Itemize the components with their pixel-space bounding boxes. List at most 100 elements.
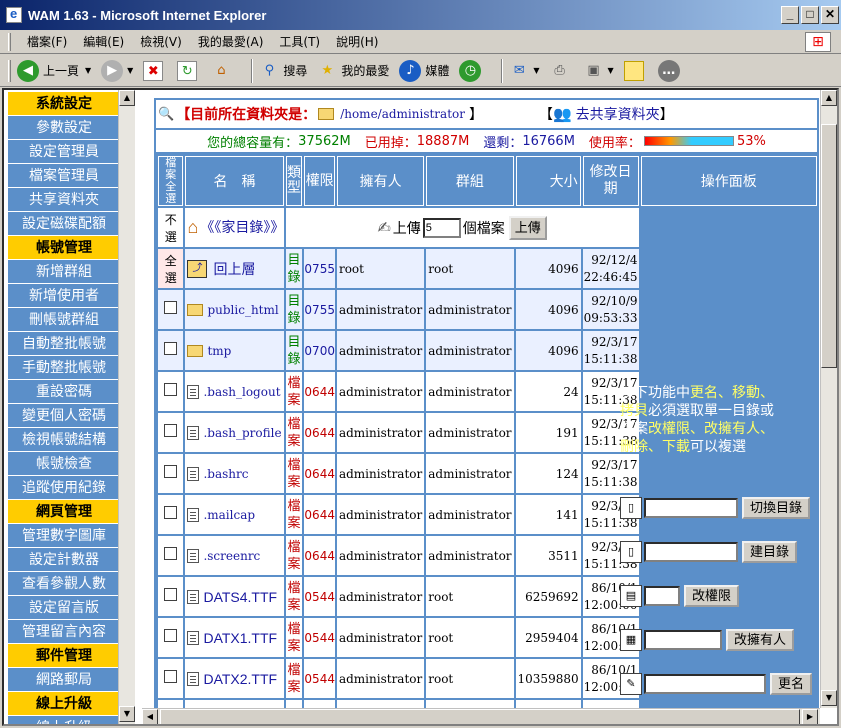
horizontal-scroll-thumb[interactable] [160, 709, 800, 724]
scroll-left-arrow-icon[interactable]: ◀ [142, 709, 158, 724]
scroll-right-arrow-icon[interactable]: ▶ [802, 709, 818, 724]
select-all-link[interactable]: 全選 [158, 249, 184, 288]
go-share-folder-link[interactable]: 去共享資料夾 [576, 104, 660, 124]
row-checkbox[interactable] [164, 383, 178, 396]
minimize-button[interactable]: _ [781, 6, 799, 24]
back-dropdown-icon[interactable]: ▼ [85, 66, 91, 75]
file-name-link[interactable]: .bash_profile [203, 426, 281, 440]
sidebar-item[interactable]: 設定磁碟配額 [8, 212, 120, 236]
menu-help[interactable]: 說明(H) [328, 33, 386, 50]
sidebar-item[interactable]: 新增群組 [8, 260, 120, 284]
mail-button[interactable]: ✉ ▼ [509, 61, 540, 81]
menu-view[interactable]: 檢視(V) [132, 33, 190, 50]
sidebar-item[interactable]: 共享資料夾 [8, 188, 120, 212]
row-checkbox[interactable] [164, 342, 178, 355]
file-name-link[interactable]: DATX2.TTF [203, 671, 277, 687]
file-name-link[interactable]: .screenrc [203, 549, 260, 563]
scroll-up-arrow-icon[interactable]: ▲ [119, 90, 135, 106]
right-frame-scrollbar[interactable]: ▲ ▼ [820, 90, 837, 708]
forward-dropdown-icon[interactable]: ▼ [127, 66, 133, 75]
file-name-link[interactable]: tmp [207, 344, 231, 358]
close-button[interactable]: ✕ [821, 6, 839, 24]
chmod-input[interactable] [644, 586, 680, 606]
sidebar-item[interactable]: 設定管理員 [8, 140, 120, 164]
maximize-button[interactable]: □ [801, 6, 819, 24]
chdir-button[interactable]: 切換目錄 [742, 497, 811, 519]
mkdir-input[interactable] [644, 542, 738, 562]
forward-button[interactable]: ▶ ▼ [101, 59, 133, 82]
row-checkbox[interactable] [164, 465, 178, 478]
stop-button[interactable]: ✖ [143, 60, 167, 81]
sidebar-item[interactable]: 設定計數器 [8, 548, 120, 572]
upload-count-input[interactable] [422, 217, 461, 238]
perm-cell: 0644 [304, 495, 335, 534]
sidebar-item[interactable]: 網路郵局 [8, 668, 120, 692]
row-checkbox[interactable] [164, 301, 178, 314]
refresh-button[interactable]: ↻ [177, 60, 201, 81]
favorites-button[interactable]: ★ 我的最愛 [317, 61, 390, 81]
horizontal-scrollbar[interactable]: ◀ ▶ [142, 708, 820, 724]
home-button[interactable]: ⌂ [211, 61, 235, 81]
sidebar-item[interactable]: 變更個人密碼 [8, 404, 120, 428]
edit-button[interactable]: ▣ ▼ [584, 61, 614, 81]
deselect-link[interactable]: 不選 [158, 208, 184, 247]
sidebar-item[interactable]: 設定留言版 [8, 596, 120, 620]
file-name-link[interactable]: .mailcap [203, 508, 255, 522]
media-button[interactable]: ♪ 媒體 [399, 59, 449, 82]
sidebar-item[interactable]: 刪帳號群組 [8, 308, 120, 332]
sidebar-item[interactable]: 查看參觀人數 [8, 572, 120, 596]
mail-dropdown-icon[interactable]: ▼ [533, 66, 539, 75]
sidebar-item[interactable]: 自動整批帳號 [8, 332, 120, 356]
row-checkbox[interactable] [164, 670, 178, 683]
scroll-down-arrow-icon[interactable]: ▼ [821, 690, 837, 706]
edit-dropdown-icon[interactable]: ▼ [608, 66, 614, 75]
chmod-button[interactable]: 改權限 [684, 585, 740, 607]
sidebar-item[interactable]: 手動整批帳號 [8, 356, 120, 380]
row-checkbox[interactable] [164, 424, 178, 437]
parent-folder-link[interactable]: 回上層 [213, 259, 255, 279]
back-button[interactable]: ◀ 上一頁 ▼ [17, 59, 91, 82]
row-checkbox[interactable] [164, 547, 178, 560]
scroll-thumb[interactable] [821, 124, 837, 368]
sidebar-item[interactable]: 檔案管理員 [8, 164, 120, 188]
current-folder-path[interactable]: /home/administrator [340, 107, 465, 121]
chown-button[interactable]: 改擁有人 [726, 629, 795, 651]
chdir-input[interactable] [644, 498, 738, 518]
file-name-link[interactable]: public_html [207, 303, 278, 317]
left-frame-scrollbar[interactable]: ▲ ▼ [118, 90, 135, 724]
sidebar-item[interactable]: 管理留言內容 [8, 620, 120, 644]
menu-tools[interactable]: 工具(T) [271, 33, 328, 50]
sidebar-item[interactable]: 新增使用者 [8, 284, 120, 308]
menu-favorites[interactable]: 我的最愛(A) [190, 33, 272, 50]
sidebar-item[interactable]: 線上升級 [8, 716, 120, 724]
sidebar-item[interactable]: 重設密碼 [8, 380, 120, 404]
sidebar-item[interactable]: 帳號檢查 [8, 452, 120, 476]
home-folder-link[interactable]: 《《家目錄》》 [200, 219, 284, 236]
sidebar-item[interactable]: 追蹤使用紀錄 [8, 476, 120, 500]
row-checkbox[interactable] [164, 629, 178, 642]
sidebar-item[interactable]: 檢視帳號結構 [8, 428, 120, 452]
header-select-all[interactable]: 檔案全選 [158, 156, 184, 206]
messenger-button[interactable]: … [657, 59, 684, 82]
menu-file[interactable]: 檔案(F) [19, 33, 75, 50]
rename-input[interactable] [644, 674, 766, 694]
scroll-down-arrow-icon[interactable]: ▼ [119, 706, 135, 722]
sidebar-item[interactable]: 參數設定 [8, 116, 120, 140]
chown-input[interactable] [644, 630, 722, 650]
scroll-up-arrow-icon[interactable]: ▲ [821, 90, 837, 106]
history-button[interactable]: ◷ [459, 59, 485, 82]
row-checkbox[interactable] [164, 506, 178, 519]
menu-edit[interactable]: 編輯(E) [75, 33, 132, 50]
mkdir-button[interactable]: 建目錄 [742, 541, 798, 563]
row-checkbox[interactable] [164, 588, 178, 601]
file-name-link[interactable]: DATX1.TTF [203, 630, 277, 646]
file-name-link[interactable]: DATS4.TTF [203, 589, 277, 605]
print-button[interactable]: ⎙ [550, 61, 574, 81]
sidebar-item[interactable]: 管理數字圖庫 [8, 524, 120, 548]
file-name-link[interactable]: .bash_logout [203, 385, 280, 399]
search-button[interactable]: ⚲ 搜尋 [259, 61, 308, 81]
rename-button[interactable]: 更名 [770, 673, 813, 695]
upload-button[interactable]: 上傳 [508, 215, 547, 240]
file-name-link[interactable]: .bashrc [203, 467, 248, 481]
notes-button[interactable] [623, 60, 648, 81]
